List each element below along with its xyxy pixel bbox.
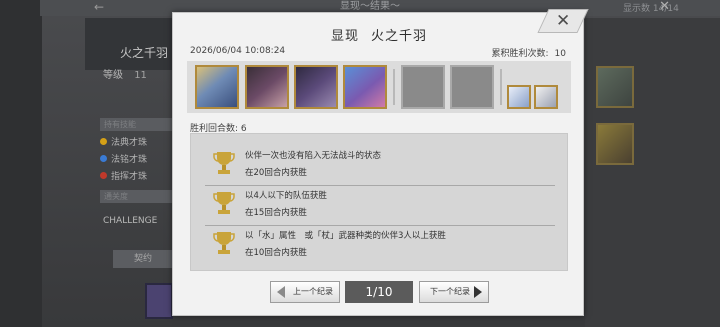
- back-arrow-icon[interactable]: ←: [94, 1, 124, 13]
- contract-button[interactable]: 契约: [113, 250, 173, 268]
- character-portrait-3[interactable]: [294, 65, 338, 109]
- total-wins: 累积胜利次数: 10: [492, 46, 567, 59]
- achievement-detail: 在15回合内获胜: [245, 208, 307, 218]
- right-portrait-column: [585, 18, 720, 327]
- close-icon: ✕: [556, 11, 571, 31]
- achievement-detail: 在10回合内获胜: [245, 248, 307, 258]
- bottom-menu-button[interactable]: [145, 283, 173, 319]
- achievement-item: 以4人以下的队伍获胜 在15回合内获胜: [191, 186, 569, 226]
- empty-slot: [450, 65, 494, 109]
- character-portrait-2[interactable]: [245, 65, 289, 109]
- achievement-title: 伙伴一次也没有陷入无法战斗的状态: [245, 151, 382, 161]
- achievement-item: 伙伴一次也没有陷入无法战斗的状态 在20回合内获胜: [191, 146, 569, 186]
- achievement-item: 以「水」属性 或「杖」武器种类的伙伴3人以上获胜 在10回合内获胜: [191, 226, 569, 262]
- title-prefix: 显现: [330, 29, 359, 44]
- support-icon-2[interactable]: [534, 85, 558, 109]
- skill-item: 法铭才珠: [100, 152, 175, 165]
- skill-dot-icon: [100, 155, 107, 162]
- next-record-button[interactable]: 下一个纪录: [419, 281, 489, 303]
- skill-item: 指挥才珠: [100, 169, 175, 182]
- skill-dot-icon: [100, 138, 107, 145]
- empty-slot: [401, 65, 445, 109]
- close-icon[interactable]: ✕: [659, 0, 670, 13]
- support-icon-1[interactable]: [507, 85, 531, 109]
- achievement-list: 伙伴一次也没有陷入无法战斗的状态 在20回合内获胜 以4人以下的队伍获胜 在15…: [190, 133, 568, 271]
- achievement-detail: 在20回合内获胜: [245, 168, 307, 178]
- trophy-icon: [213, 232, 235, 254]
- page-counter: 显示数 14/14: [623, 4, 679, 14]
- party-divider: [393, 69, 395, 105]
- skill-label: 法典才珠: [111, 138, 148, 148]
- next-record-label: 下一个纪录: [430, 287, 470, 296]
- skill-list-header: 持有技能: [100, 118, 175, 131]
- dialog-title: 显现 火之千羽: [173, 25, 585, 44]
- challenge-label: CHALLENGE: [103, 216, 158, 226]
- trophy-icon: [213, 152, 235, 174]
- skill-item: 法典才珠: [100, 135, 175, 148]
- wins-label: 累积胜利次数:: [491, 49, 549, 59]
- title-name: 火之千羽: [371, 29, 428, 44]
- level-label: 等级: [103, 70, 123, 81]
- level-display: 等级 11: [103, 66, 147, 81]
- prev-record-button[interactable]: 上一个纪录: [270, 281, 340, 303]
- page-indicator: 1/10: [345, 281, 413, 303]
- skill-list: 持有技能 法典才珠 法铭才珠 指挥才珠 通关度: [100, 118, 175, 207]
- level-value: 11: [134, 70, 147, 81]
- portrait-thumbnail[interactable]: [596, 123, 634, 165]
- character-portrait-1[interactable]: [195, 65, 239, 109]
- skill-label: 法铭才珠: [111, 155, 148, 165]
- party-strip: [187, 61, 571, 113]
- record-dialog: 显现 火之千羽 2026/06/04 10:08:24 累积胜利次数: 10 胜利回…: [172, 12, 584, 316]
- skill-dot-icon: [100, 172, 107, 179]
- character-name: 火之千羽: [120, 46, 169, 60]
- trophy-icon: [213, 192, 235, 214]
- character-portrait-4[interactable]: [343, 65, 387, 109]
- left-edge-panel: [0, 0, 42, 327]
- prev-record-label: 上一个纪录: [293, 287, 333, 296]
- skill-label: 指挥才珠: [111, 172, 148, 182]
- wins-value: 10: [554, 49, 566, 59]
- party-divider: [500, 69, 502, 105]
- arrow-right-icon: [474, 286, 482, 298]
- record-timestamp: 2026/06/04 10:08:24: [190, 46, 286, 56]
- portrait-thumbnail[interactable]: [596, 66, 634, 108]
- challenge-header: 通关度: [100, 190, 175, 203]
- achievement-title: 以4人以下的队伍获胜: [245, 191, 327, 201]
- achievement-title: 以「水」属性 或「杖」武器种类的伙伴3人以上获胜: [245, 231, 446, 241]
- arrow-left-icon: [277, 286, 285, 298]
